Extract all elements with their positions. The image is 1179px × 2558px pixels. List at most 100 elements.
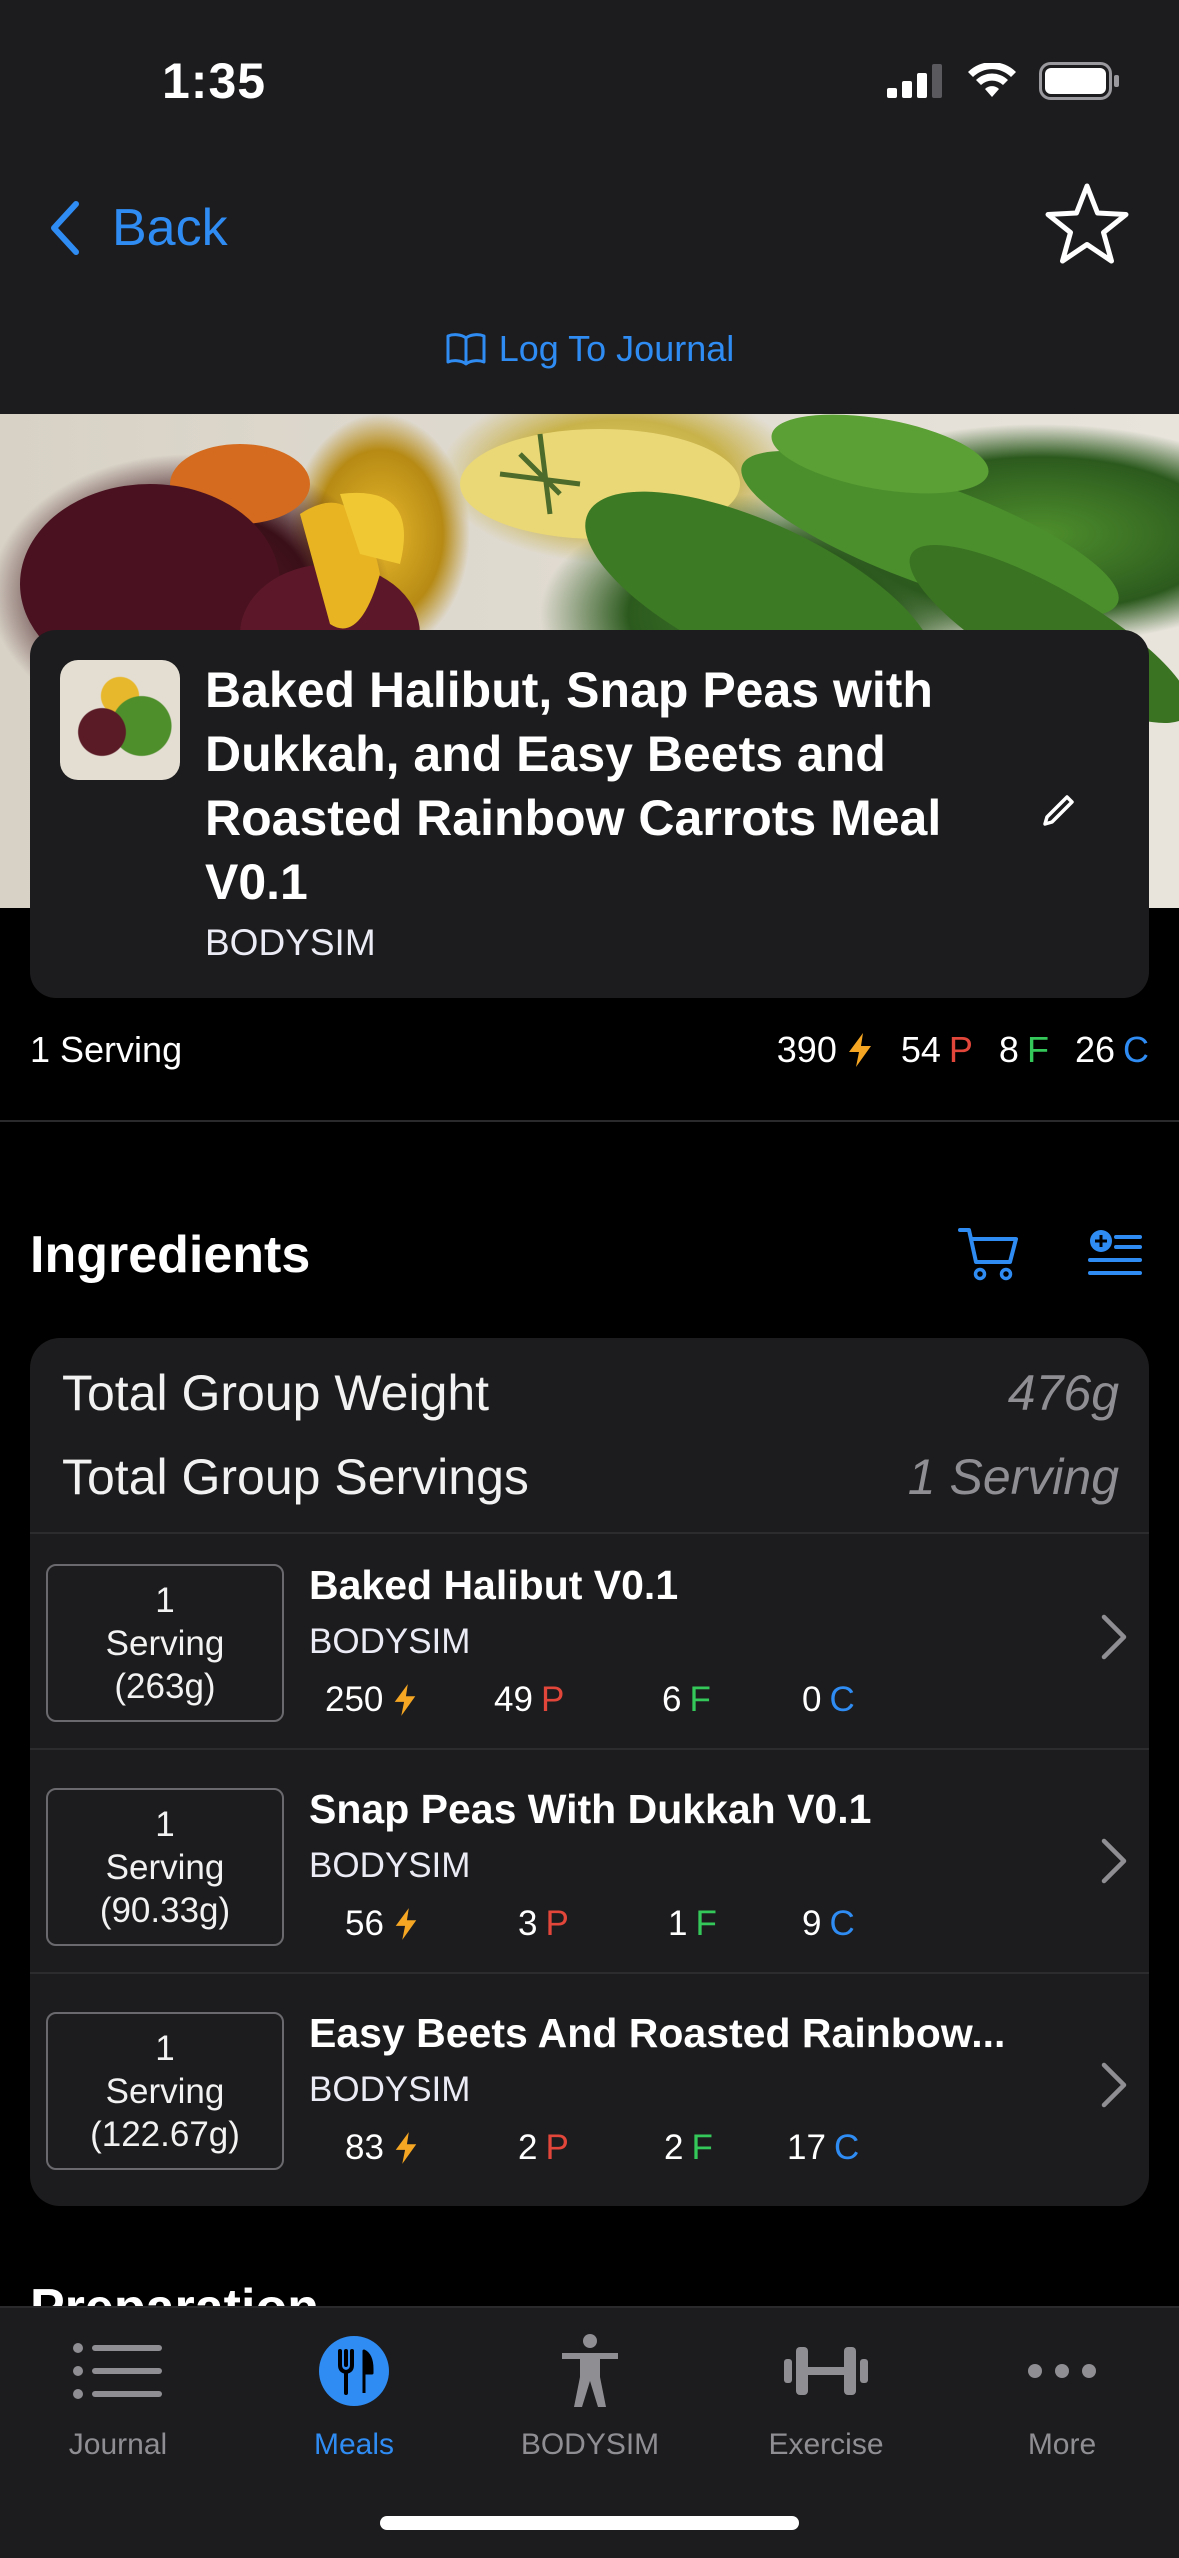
ingredient-brand: BODYSIM: [309, 1622, 471, 1661]
serving-weight: (90.33g): [99, 1890, 231, 1930]
book-icon: [446, 333, 486, 366]
calories-value: 390: [776, 1029, 837, 1070]
tab-label: BODYSIM: [520, 2428, 660, 2461]
serving-qty: 1: [155, 2028, 175, 2068]
fat: 2F: [664, 2128, 713, 2168]
serving-qty: 1: [155, 1580, 175, 1620]
serving-unit: Serving: [105, 1847, 225, 1887]
calories: 83: [345, 2128, 420, 2168]
serving-weight: (263g): [114, 1666, 216, 1706]
edit-button[interactable]: [1039, 790, 1079, 835]
calories-value: 83: [345, 2128, 384, 2167]
separator: [30, 1748, 1149, 1750]
carb-unit: C: [829, 1904, 855, 1943]
list-icon: [73, 2343, 162, 2399]
add-list-icon: [1088, 1230, 1142, 1275]
bolt-icon: [395, 2132, 417, 2164]
bolt-icon: [848, 1033, 871, 1067]
carbs: 17 C: [787, 2128, 859, 2168]
protein-unit: P: [540, 1680, 565, 1719]
log-to-journal-button[interactable]: Log To Journal: [0, 328, 1179, 370]
fat-unit: F: [1026, 1029, 1049, 1070]
carb-value: 9: [802, 1904, 822, 1943]
serving-unit: Serving: [105, 2071, 225, 2111]
ingredient-row[interactable]: 1 Serving (263g) Baked Halibut V0.1 BODY…: [30, 1534, 1149, 1758]
navigation-bar: Back Log To Journal: [0, 150, 1179, 414]
protein: 3P: [518, 1904, 569, 1944]
carb-unit: C: [833, 2128, 860, 2167]
pencil-icon: [1043, 795, 1074, 826]
total-servings-value: 1 Serving: [907, 1449, 1119, 1505]
ingredient-brand: BODYSIM: [309, 2070, 471, 2109]
battery-icon: [1039, 62, 1119, 100]
serving-box[interactable]: 1 Serving (263g): [46, 1564, 284, 1722]
serving-box[interactable]: 1 Serving (90.33g): [46, 1788, 284, 1946]
separator: [30, 1972, 1149, 1974]
add-ingredient-button[interactable]: [1088, 1228, 1142, 1285]
ingredient-name: Snap Peas With Dukkah V0.1: [309, 1786, 872, 1832]
serving-box[interactable]: 1 Serving (122.67g): [46, 2012, 284, 2170]
protein-value: 49: [494, 1680, 533, 1719]
ingredient-row[interactable]: 1 Serving (90.33g) Snap Peas With Dukkah…: [30, 1758, 1149, 1982]
wifi-icon: [968, 63, 1016, 97]
total-weight-value: 476g: [1007, 1365, 1119, 1421]
ingredient-name: Easy Beets And Roasted Rainbow...: [309, 2010, 1006, 2056]
tab-bodysim[interactable]: BODYSIM: [472, 2326, 708, 2462]
tab-label: Journal: [68, 2428, 168, 2461]
meal-title: Baked Halibut, Snap Peas with Dukkah, an…: [205, 662, 942, 910]
tab-label: Meals: [313, 2428, 395, 2461]
fat-value: 6: [662, 1680, 682, 1719]
tab-label: Exercise: [768, 2428, 884, 2461]
cart-icon: [958, 1228, 1018, 1281]
calories-value: 250: [325, 1680, 384, 1719]
status-time: 1:35: [162, 53, 267, 109]
person-icon: [562, 2334, 618, 2407]
home-indicator: [380, 2516, 799, 2530]
chevron-left-icon: [51, 201, 79, 255]
carb-value: 17: [787, 2128, 826, 2167]
star-icon: [1045, 183, 1129, 264]
ingredient-row[interactable]: 1 Serving (122.67g) Easy Beets And Roast…: [30, 1982, 1149, 2206]
calories: 250: [325, 1680, 419, 1720]
chevron-right-icon: [1101, 1838, 1127, 1884]
tab-more[interactable]: More: [944, 2326, 1179, 2462]
total-servings-label: Total Group Servings: [62, 1449, 529, 1505]
fat-value: 8: [998, 1029, 1019, 1070]
serving-qty: 1: [155, 1804, 175, 1844]
serving-size[interactable]: 1 Serving: [30, 1029, 182, 1071]
favorite-button[interactable]: [1043, 182, 1131, 273]
protein-value: 54: [900, 1029, 941, 1070]
ingredient-brand: BODYSIM: [309, 1846, 471, 1885]
log-to-journal-label: Log To Journal: [498, 328, 735, 369]
dumbbell-icon: [784, 2347, 868, 2395]
shopping-cart-button[interactable]: [958, 1226, 1020, 1287]
protein: 49 P: [494, 1680, 564, 1720]
protein: 2P: [518, 2128, 569, 2168]
status-icons: [887, 62, 1121, 100]
carb-value: 26: [1074, 1029, 1115, 1070]
fat-value: 1: [668, 1904, 688, 1943]
status-bar: 1:35: [0, 0, 1179, 150]
back-button[interactable]: Back: [48, 198, 228, 258]
calories-value: 56: [345, 1904, 384, 1943]
tab-meals[interactable]: Meals: [236, 2326, 472, 2462]
serving-weight: (122.67g): [90, 2114, 240, 2154]
cellular-signal-icon: [887, 64, 942, 98]
total-weight-label: Total Group Weight: [62, 1365, 490, 1421]
protein-unit: P: [545, 2128, 569, 2167]
tab-exercise[interactable]: Exercise: [708, 2326, 944, 2462]
macro-summary: 390 54 P 8 F 26 C: [777, 1029, 1149, 1071]
ellipsis-icon: [1028, 2364, 1096, 2378]
bolt-icon: [395, 1908, 417, 1940]
carb-unit: C: [829, 1680, 855, 1719]
meal-header-card: Baked Halibut, Snap Peas with Dukkah, an…: [30, 630, 1149, 998]
protein-unit: P: [948, 1029, 973, 1070]
ingredients-heading: Ingredients: [30, 1226, 311, 1284]
fat-unit: F: [691, 2128, 713, 2167]
calories: 56: [345, 1904, 420, 1944]
tab-journal[interactable]: Journal: [0, 2326, 236, 2462]
fat-value: 2: [664, 2128, 684, 2167]
divider: [0, 1120, 1179, 1122]
fat: 1F: [668, 1904, 717, 1944]
back-label: Back: [112, 199, 228, 257]
